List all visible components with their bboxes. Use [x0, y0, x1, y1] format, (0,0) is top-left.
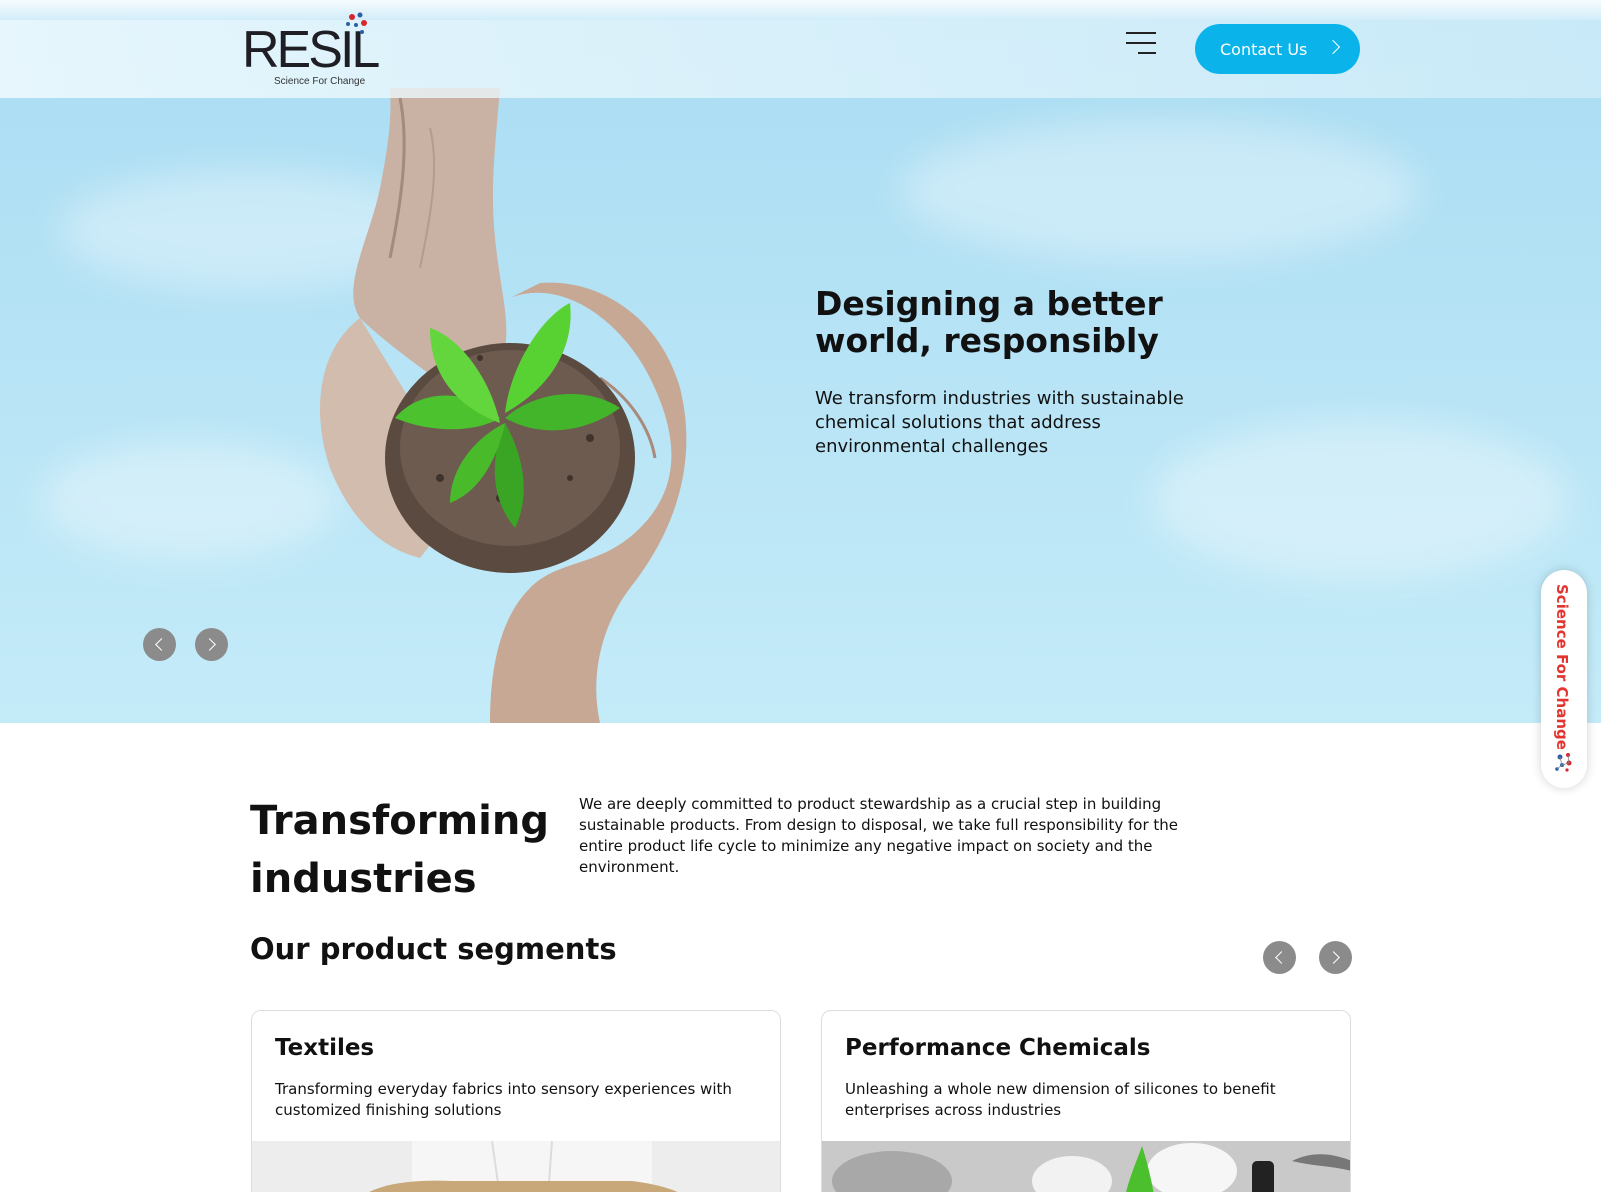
segment-card-textiles[interactable]: Textiles Transforming everyday fabrics i… [251, 1010, 781, 1192]
textiles-image [252, 1141, 780, 1192]
segments-title: Our product segments [250, 932, 617, 966]
hero-title: Designing a better world, responsibly [815, 284, 1163, 360]
resil-logo[interactable]: RESIL Science For Change [242, 10, 380, 90]
hero-prev-button[interactable] [143, 628, 176, 661]
intro-title-line2: industries [250, 856, 477, 902]
segment-card-description: Unleashing a whole new dimension of sili… [845, 1080, 1276, 1119]
hero-banner: RESIL Science For Change Contact Us Desi… [0, 0, 1601, 723]
molecule-icon [346, 12, 367, 34]
chevron-right-icon [1325, 39, 1341, 55]
contact-us-button[interactable]: Contact Us [1195, 24, 1360, 74]
intro-body: We are deeply committed to product stewa… [579, 795, 1179, 876]
molecule-icon [1555, 753, 1572, 772]
hands-plant-image [320, 88, 687, 723]
segments-prev-button[interactable] [1263, 941, 1296, 974]
hero-subtitle: We transform industries with sustainable… [815, 388, 1184, 457]
chevron-right-icon [203, 638, 216, 651]
side-tab-label: Science For Change [1553, 584, 1571, 750]
cloud [40, 440, 340, 560]
intro-title: Transforming industries [250, 792, 549, 908]
chevron-right-icon [1327, 951, 1340, 964]
contact-us-label: Contact Us [1220, 39, 1308, 59]
intro-title-line1: Transforming [250, 798, 550, 844]
logo-tagline: Science For Change [274, 76, 366, 87]
site-header [0, 20, 1601, 98]
science-for-change-side-tab[interactable]: Science For Change [1541, 570, 1587, 788]
cloud [900, 120, 1420, 260]
segments-next-button[interactable] [1319, 941, 1352, 974]
segment-card-performance-chemicals[interactable]: Performance Chemicals Unleashing a whole… [821, 1010, 1351, 1192]
chevron-left-icon [155, 638, 168, 651]
segment-card-title: Performance Chemicals [845, 1035, 1151, 1061]
chevron-left-icon [1275, 951, 1288, 964]
hamburger-menu-icon[interactable] [1122, 30, 1156, 58]
hero-next-button[interactable] [195, 628, 228, 661]
segment-card-description: Transforming everyday fabrics into senso… [275, 1080, 732, 1119]
top-strip [0, 0, 1601, 20]
segment-card-title: Textiles [275, 1035, 375, 1061]
performance-chemicals-image [822, 1141, 1350, 1192]
